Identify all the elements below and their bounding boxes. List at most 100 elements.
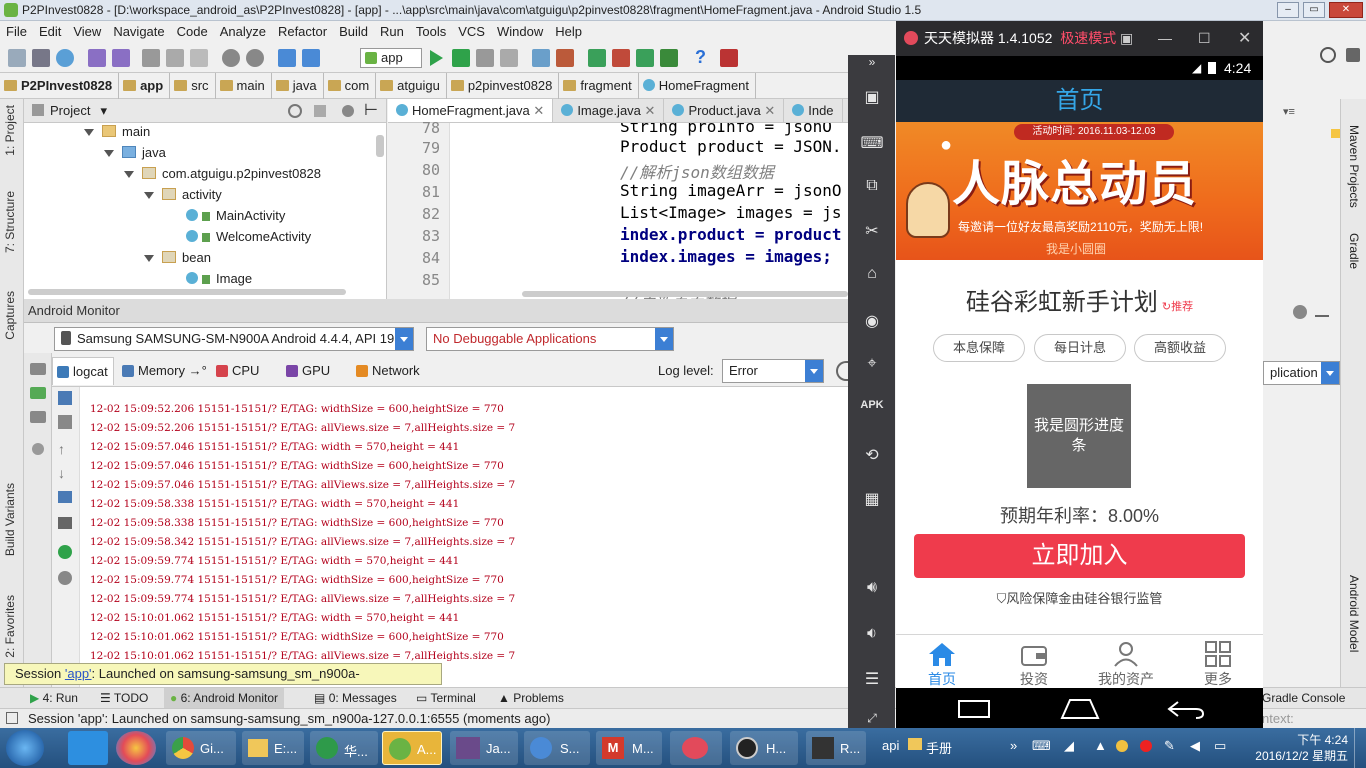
tree-item[interactable]: MainActivity [186, 205, 285, 226]
back-button[interactable] [1166, 698, 1206, 720]
menu-help[interactable]: Help [549, 24, 588, 39]
nav-invest[interactable]: 投资 [988, 635, 1080, 689]
collapse-icon[interactable] [314, 105, 326, 117]
tree-item[interactable]: java [104, 142, 166, 163]
install-apk-icon[interactable]: APK [860, 399, 884, 421]
avd-manager-icon[interactable] [556, 49, 574, 67]
sync-icon[interactable] [56, 49, 74, 67]
tab-gradle-console[interactable]: Gradle Console [1262, 688, 1345, 708]
tab-memory[interactable]: Memory →° [118, 357, 208, 385]
keyboard-tray-icon[interactable]: ⌨ [1032, 738, 1051, 754]
menu-vcs[interactable]: VCS [452, 24, 491, 39]
tab-structure[interactable]: 7: Structure [3, 191, 17, 253]
menu-file[interactable]: File [0, 24, 33, 39]
menu-window[interactable]: Window [491, 24, 549, 39]
locate-icon[interactable] [288, 104, 302, 118]
sdk-manager-icon[interactable] [612, 49, 630, 67]
taskbar-app-h[interactable]: H... [730, 731, 798, 765]
back-icon[interactable] [278, 49, 296, 67]
keyboard-icon[interactable]: ⌨ [860, 133, 884, 155]
device-select[interactable]: Samsung SAMSUNG-SM-N900A Android 4.4.4, … [54, 327, 414, 351]
camera-icon[interactable]: ◉ [860, 311, 884, 333]
tab-logcat[interactable]: logcat [52, 357, 114, 385]
tree-item[interactable]: bean [144, 247, 211, 268]
breadcrumb-fragment[interactable]: fragment [559, 73, 639, 99]
breadcrumb-p2pinvest0828[interactable]: p2pinvest0828 [447, 73, 560, 99]
gradle-sync-icon[interactable] [588, 49, 606, 67]
tab-image[interactable]: Image.java ✕ [553, 99, 665, 122]
tab-maven-projects[interactable]: Maven Projects [1347, 125, 1361, 208]
close-icon[interactable]: ✕ [533, 103, 544, 118]
tree-item[interactable]: main [84, 121, 150, 142]
emu-close-button[interactable]: ✕ [1238, 21, 1251, 56]
android-device-monitor-icon[interactable] [636, 49, 654, 67]
tab-android-monitor[interactable]: ● 6: Android Monitor [164, 688, 284, 708]
breadcrumb-com[interactable]: com [324, 73, 377, 99]
menu-run[interactable]: Run [374, 24, 410, 39]
up-arrow-icon[interactable]: ↑ [58, 441, 65, 457]
nav-assets[interactable]: 我的资产 [1080, 635, 1172, 689]
redo-icon[interactable] [112, 49, 130, 67]
multi-instance-icon[interactable]: ⧉ [860, 177, 884, 199]
window-mode-icon[interactable]: ▣ [1120, 21, 1133, 56]
project-hscrollbar[interactable] [28, 289, 346, 295]
restart-icon[interactable] [58, 545, 72, 559]
close-icon[interactable]: ✕ [764, 103, 775, 118]
forward-icon[interactable] [302, 49, 320, 67]
stop-icon[interactable] [500, 49, 518, 67]
tab-run[interactable]: ▶ 4: Run [30, 688, 78, 708]
taskbar-app-browser[interactable]: 华... [310, 731, 378, 765]
tab-todo[interactable]: ☰ TODO [100, 688, 148, 708]
terminate-icon[interactable] [32, 443, 44, 455]
menu-icon[interactable]: ☰ [860, 669, 884, 691]
system-info-icon[interactable] [30, 411, 46, 423]
menu-refactor[interactable]: Refactor [272, 24, 333, 39]
screen-record-icon[interactable] [30, 387, 46, 399]
logcat-output[interactable]: 12-02 15:09:52.206 15151-15151/? E/TAG: … [80, 387, 848, 665]
copy-icon[interactable] [166, 49, 184, 67]
app-center-icon[interactable]: ▣ [860, 87, 884, 109]
session-app-link[interactable]: 'app' [65, 666, 92, 681]
session-notification[interactable]: Session 'app': Launched on samsung-samsu… [4, 663, 442, 701]
print-icon[interactable] [58, 517, 72, 529]
tab-gpu[interactable]: GPU →° [282, 357, 348, 406]
save-icon[interactable] [32, 49, 50, 67]
breadcrumb-java[interactable]: java [272, 73, 324, 99]
taskbar-folder-label[interactable]: 手册 [926, 738, 952, 757]
breadcrumb-main[interactable]: main [216, 73, 272, 99]
taskbar-app-qq[interactable] [68, 731, 108, 765]
tray-expand-icon[interactable]: » [1010, 738, 1017, 753]
tab-cpu[interactable]: CPU →° [212, 357, 278, 406]
emu-maximize-button[interactable]: ☐ [1198, 21, 1211, 56]
home-button[interactable] [1060, 698, 1100, 720]
emu-minimize-button[interactable]: — [1158, 21, 1172, 56]
logcat-filter-select[interactable]: plication [1263, 361, 1340, 385]
show-desktop-button[interactable] [1354, 728, 1366, 768]
maximize-button[interactable]: ▭ [1303, 2, 1325, 18]
tab-captures[interactable]: Captures [3, 291, 17, 340]
taskbar-app-picasa[interactable] [116, 731, 156, 765]
search-everywhere-icon[interactable] [1320, 47, 1336, 63]
breadcrumb-project[interactable]: P2PInvest0828 [0, 73, 120, 99]
start-button[interactable] [6, 730, 44, 766]
run-config-select[interactable]: app [360, 48, 422, 68]
tree-item[interactable]: com.atguigu.p2pinvest0828 [124, 163, 321, 184]
tree-item[interactable]: activity [144, 184, 222, 205]
breadcrumb-src[interactable]: src [170, 73, 216, 99]
tray-app-icon[interactable] [1116, 740, 1128, 752]
input-method-icon[interactable]: ✎ [1164, 738, 1175, 754]
taskbar-app-r[interactable]: R... [806, 731, 866, 765]
editor-tools-icon[interactable]: ▾≡ [1283, 105, 1295, 118]
cut-icon[interactable] [142, 49, 160, 67]
scissors-icon[interactable]: ✂ [860, 221, 884, 243]
soft-wraps-icon[interactable] [58, 491, 72, 503]
chevron-down-icon[interactable]: ▾ [100, 103, 107, 118]
breadcrumb-homefragment[interactable]: HomeFragment [639, 73, 757, 99]
project-scrollbar[interactable] [376, 135, 384, 157]
volume-down-icon[interactable]: 🔉︎ [860, 625, 884, 647]
hide-icon[interactable] [1315, 305, 1329, 317]
tab-network[interactable]: Network →° [352, 357, 438, 406]
gear-icon[interactable] [1293, 305, 1307, 319]
collapse-sidebar-icon[interactable]: » [860, 55, 884, 77]
undo-icon[interactable] [88, 49, 106, 67]
